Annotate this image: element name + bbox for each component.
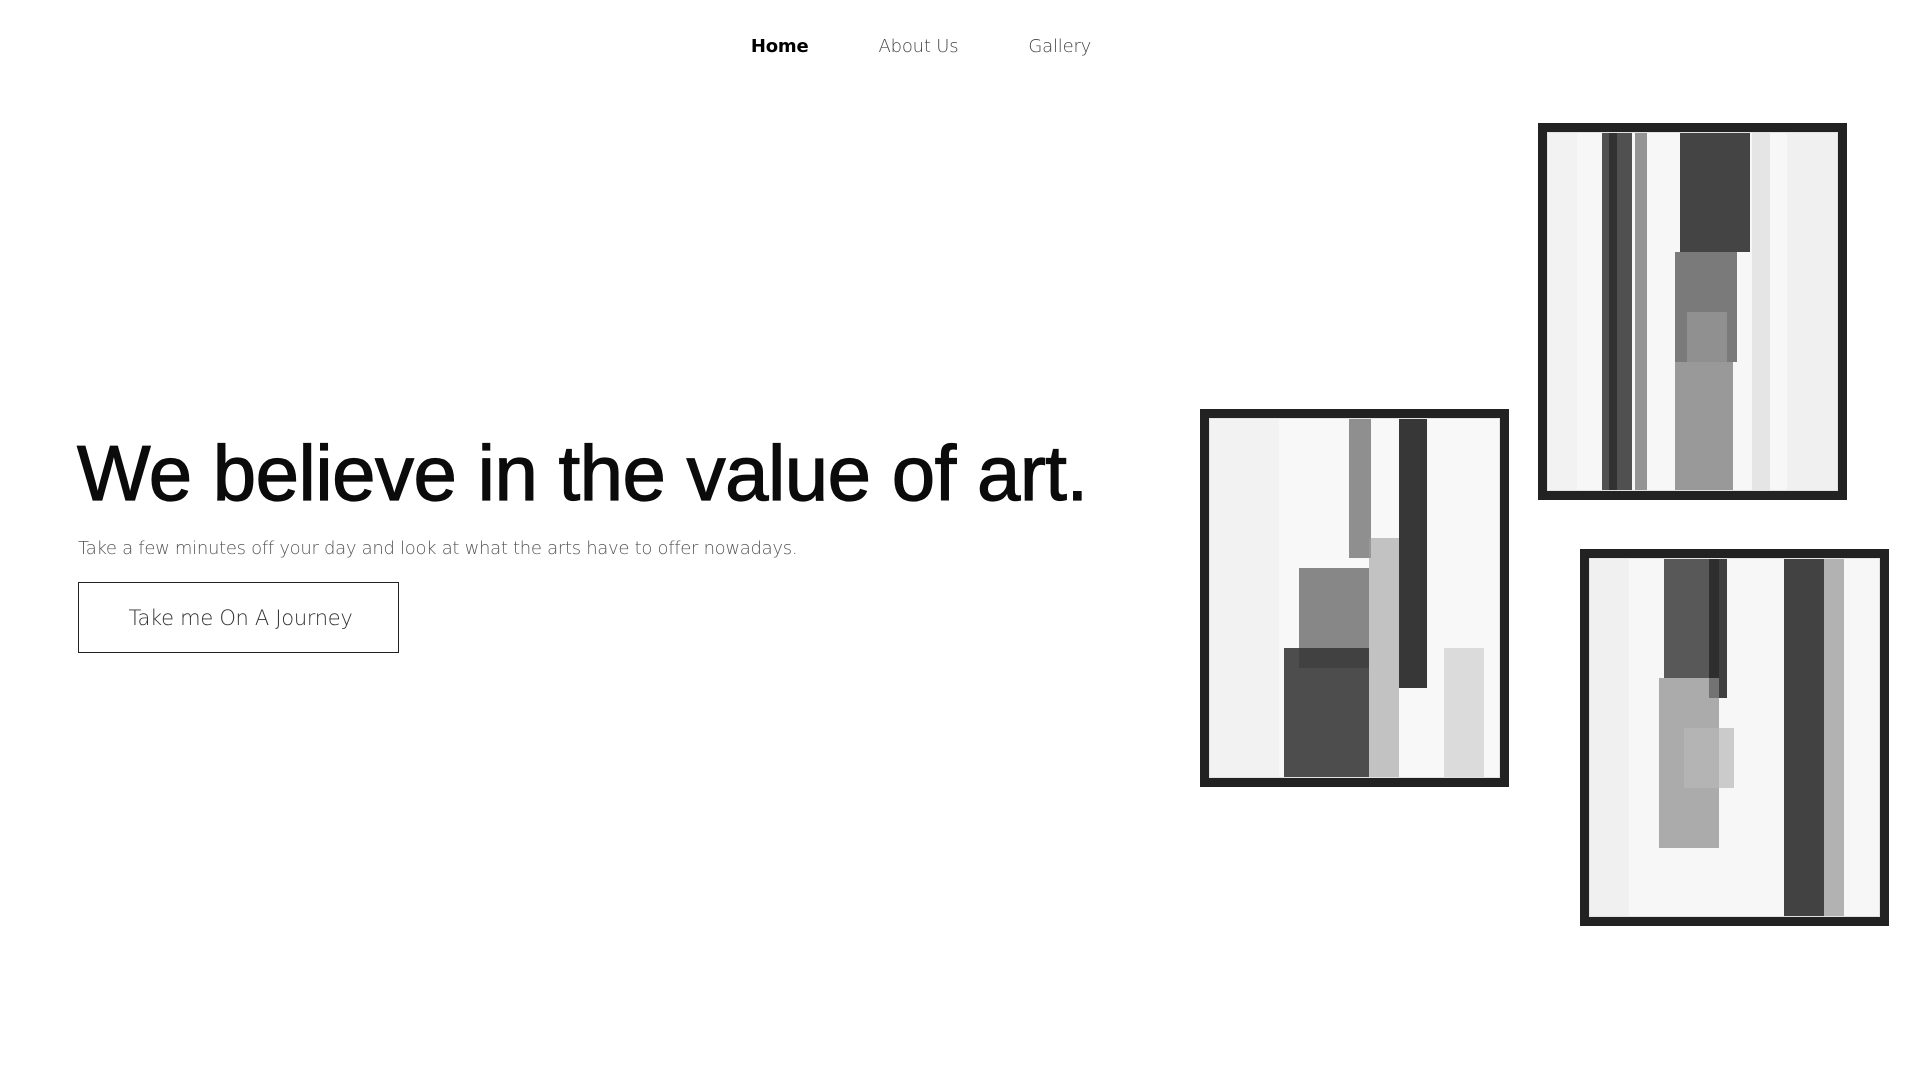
framed-abstract-print-3 <box>1580 549 1889 926</box>
journey-button[interactable]: Take me On A Journey <box>78 582 399 653</box>
framed-abstract-print-1 <box>1538 123 1847 500</box>
hero-subtitle: Take a few minutes off your day and look… <box>78 538 798 559</box>
nav-gallery-link[interactable]: Gallery <box>1028 36 1091 57</box>
nav-home-link[interactable]: Home <box>751 36 809 57</box>
abstract-brushstroke-image <box>1209 418 1500 778</box>
nav-about-link[interactable]: About Us <box>878 36 958 57</box>
nav-links: Home About Us Gallery <box>751 36 1091 57</box>
top-navigation: Home About Us Gallery <box>0 36 1920 57</box>
page: Home About Us Gallery We believe in the … <box>0 0 1920 1080</box>
abstract-brushstroke-image <box>1589 558 1880 917</box>
abstract-brushstroke-image <box>1547 132 1838 491</box>
hero-title: We believe in the value of art. <box>76 428 1088 517</box>
framed-abstract-print-2 <box>1200 409 1509 787</box>
